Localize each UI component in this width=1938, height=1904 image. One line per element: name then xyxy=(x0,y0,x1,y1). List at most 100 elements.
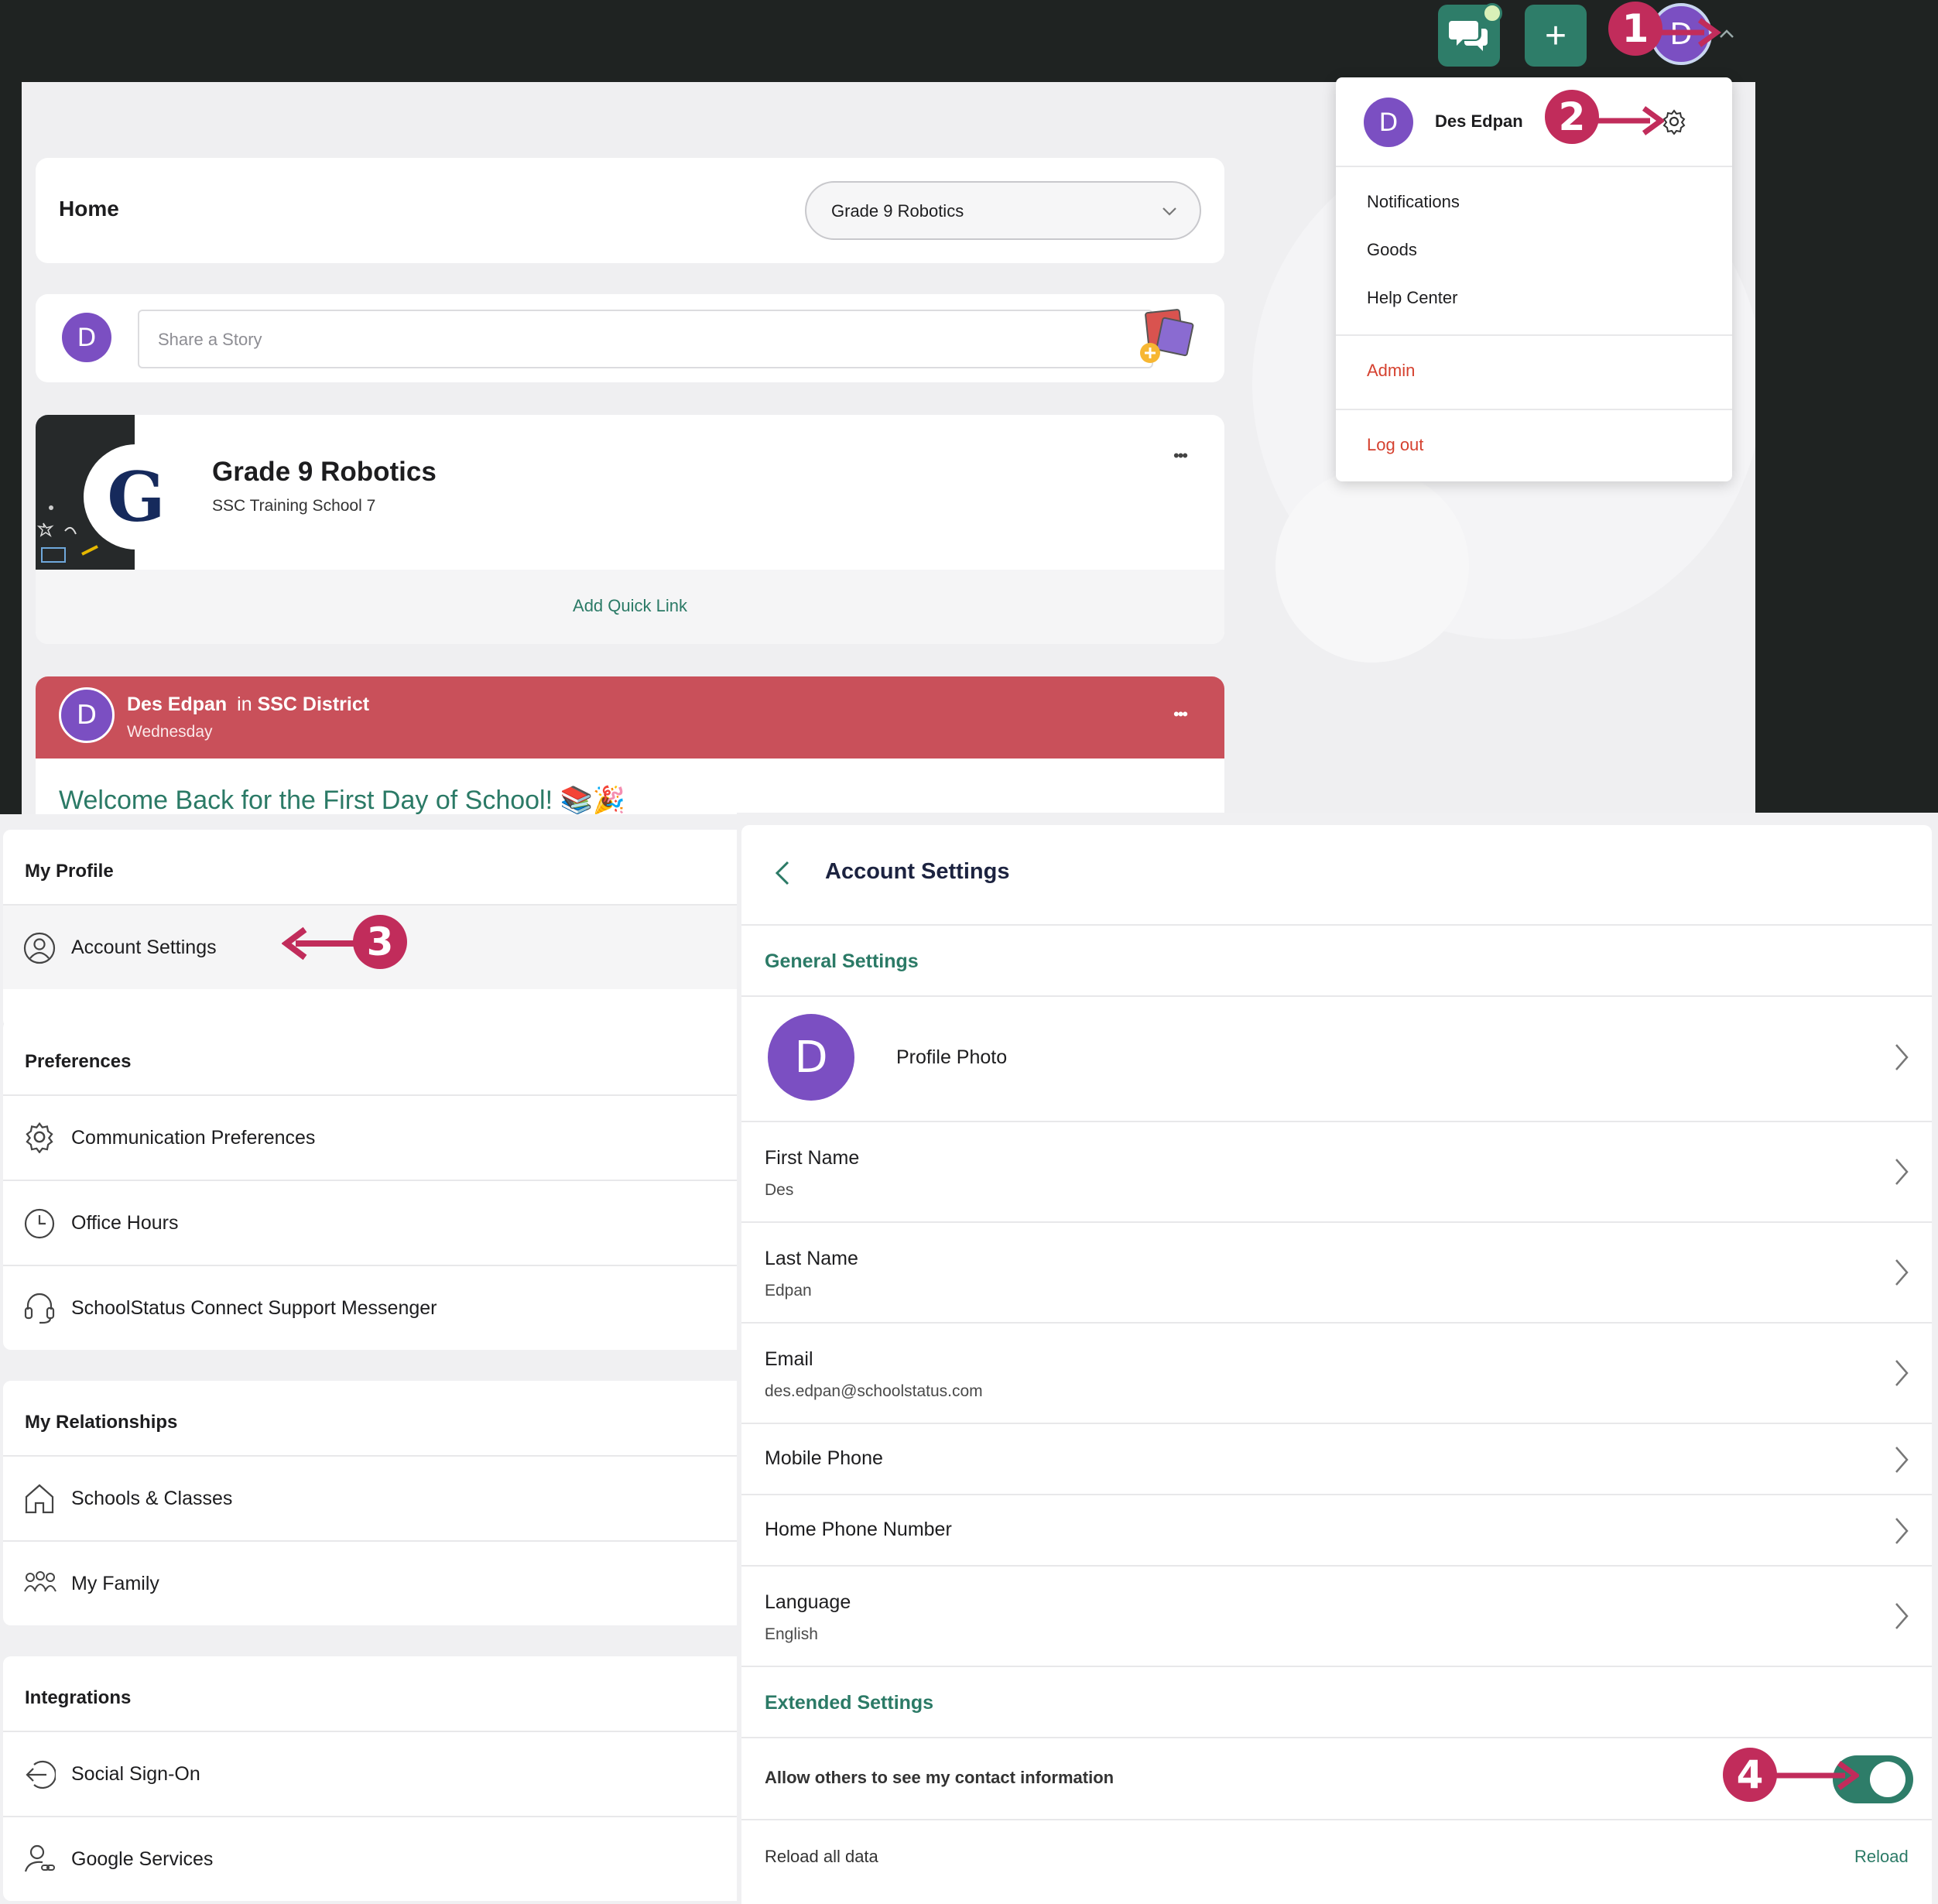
menu-item-admin[interactable]: Admin xyxy=(1367,361,1415,381)
chevron-right-icon xyxy=(1895,1159,1909,1185)
user-circle-icon xyxy=(23,932,56,964)
chevron-right-icon xyxy=(1895,1447,1909,1473)
sidebar-item-communication-preferences[interactable]: Communication Preferences xyxy=(3,1096,737,1180)
email-row[interactable]: Email des.edpan@schoolstatus.com xyxy=(741,1324,1932,1423)
last-name-label: Last Name xyxy=(765,1248,858,1269)
contact-visibility-label: Allow others to see my contact informati… xyxy=(765,1768,1115,1787)
dropdown-avatar: D xyxy=(1364,98,1413,147)
menu-item-goods[interactable]: Goods xyxy=(1367,240,1417,260)
post-author-avatar: D xyxy=(59,687,115,743)
post-district[interactable]: SSC District xyxy=(258,693,369,715)
class-select-value: Grade 9 Robotics xyxy=(831,201,964,221)
language-label: Language xyxy=(765,1591,851,1613)
add-photo-icon[interactable] xyxy=(1136,308,1198,367)
email-value: des.edpan@schoolstatus.com xyxy=(765,1382,983,1400)
panel-title: Account Settings xyxy=(825,859,1010,884)
mobile-phone-label: Mobile Phone xyxy=(765,1447,883,1469)
class-select[interactable]: Grade 9 Robotics xyxy=(805,181,1201,240)
sidebar-item-support-messenger[interactable]: SchoolStatus Connect Support Messenger xyxy=(3,1266,737,1350)
sidebar-item-label: Google Services xyxy=(71,1848,214,1870)
last-name-row[interactable]: Last Name Edpan xyxy=(741,1223,1932,1322)
account-panel-card: Account Settings General Settings D Prof… xyxy=(741,825,1932,1904)
sidebar-item-label: My Family xyxy=(71,1573,159,1594)
post-in: in xyxy=(237,693,252,715)
divider xyxy=(1336,166,1732,167)
callout-3: 3 xyxy=(353,915,407,969)
sidebar-item-label: Office Hours xyxy=(71,1212,179,1234)
sidebar-item-label: Schools & Classes xyxy=(71,1488,233,1509)
group-preferences: Preferences Communication Preferences Of… xyxy=(3,1020,737,1350)
toggle-knob xyxy=(1870,1762,1905,1797)
callout-1: 1 xyxy=(1608,2,1662,56)
mobile-phone-row[interactable]: Mobile Phone xyxy=(741,1424,1932,1494)
sidebar-item-office-hours[interactable]: Office Hours xyxy=(3,1181,737,1265)
callout-arrow-1 xyxy=(1659,18,1721,47)
reload-button[interactable]: Reload xyxy=(1854,1847,1909,1867)
callout-arrow-2 xyxy=(1596,106,1664,135)
callout-4: 4 xyxy=(1723,1748,1777,1802)
reload-label: Reload all data xyxy=(765,1847,878,1866)
quick-link-bar: Add Quick Link xyxy=(36,570,1224,644)
home-header-card: Home Grade 9 Robotics xyxy=(36,158,1224,263)
post-headline: Welcome Back for the First Day of School… xyxy=(59,786,626,814)
create-button[interactable]: + xyxy=(1525,5,1587,67)
sign-in-icon xyxy=(26,1760,56,1789)
callout-arrow-4 xyxy=(1775,1761,1859,1790)
first-name-value: Des xyxy=(765,1181,794,1199)
chevron-right-icon xyxy=(1895,1360,1909,1386)
menu-item-logout[interactable]: Log out xyxy=(1367,435,1423,455)
group-relationships: My Relationships Schools & Classes My Fa… xyxy=(3,1381,737,1625)
menu-item-help-center[interactable]: Help Center xyxy=(1367,288,1457,308)
sidebar-item-my-family[interactable]: My Family xyxy=(3,1542,737,1625)
post-author[interactable]: Des Edpan xyxy=(127,693,227,715)
group-title: My Profile xyxy=(25,861,114,882)
back-chevron-icon[interactable] xyxy=(774,859,791,887)
class-name[interactable]: Grade 9 Robotics xyxy=(212,457,437,488)
group-title: Integrations xyxy=(25,1687,132,1708)
gear-icon xyxy=(26,1122,53,1153)
add-quick-link-button[interactable]: Add Quick Link xyxy=(36,596,1224,616)
general-settings-heading: General Settings xyxy=(765,950,919,972)
last-name-value: Edpan xyxy=(765,1282,812,1300)
email-label: Email xyxy=(765,1348,813,1370)
class-school: SSC Training School 7 xyxy=(212,497,376,515)
group-integrations: Integrations Social Sign-On Google Servi… xyxy=(3,1656,737,1901)
share-story-input[interactable]: Share a Story xyxy=(138,310,1153,368)
post-card: D Des Edpan in SSC District Wednesday ••… xyxy=(36,676,1224,814)
chevron-right-icon xyxy=(1895,1518,1909,1544)
post-header: D Des Edpan in SSC District Wednesday ••… xyxy=(36,676,1224,759)
post-more-button[interactable]: ••• xyxy=(1173,704,1188,724)
new-message-dot xyxy=(1482,3,1502,23)
menu-item-notifications[interactable]: Notifications xyxy=(1367,192,1460,212)
profile-photo-label: Profile Photo xyxy=(896,1046,1008,1068)
chevron-down-icon xyxy=(1162,207,1176,216)
chevron-right-icon xyxy=(1895,1044,1909,1070)
sidebar-item-google-services[interactable]: Google Services xyxy=(3,1817,737,1901)
language-row[interactable]: Language English xyxy=(741,1567,1932,1666)
profile-photo-row[interactable]: D Profile Photo xyxy=(741,997,1932,1121)
sidebar-item-label: Communication Preferences xyxy=(71,1127,316,1149)
reload-row: Reload all data Reload xyxy=(741,1820,1932,1895)
user-avatar: D xyxy=(62,313,111,362)
sidebar-item-label: Account Settings xyxy=(71,937,217,958)
divider xyxy=(1336,409,1732,410)
dropdown-user-name: Des Edpan xyxy=(1435,111,1523,131)
callout-arrow-3 xyxy=(282,926,361,961)
sidebar-item-social-sign-on[interactable]: Social Sign-On xyxy=(3,1732,737,1816)
plus-icon: + xyxy=(1544,15,1567,57)
bg-decor-circle-small xyxy=(1275,469,1469,663)
first-name-row[interactable]: First Name Des xyxy=(741,1122,1932,1221)
clock-icon xyxy=(24,1208,55,1239)
home-phone-row[interactable]: Home Phone Number xyxy=(741,1495,1932,1565)
gear-icon[interactable] xyxy=(1661,108,1687,135)
settings-sidebar: My Profile Account Settings Preferences … xyxy=(0,814,737,1904)
sidebar-item-schools-classes[interactable]: Schools & Classes xyxy=(3,1457,737,1540)
class-logo: G xyxy=(84,444,189,550)
home-phone-label: Home Phone Number xyxy=(765,1519,952,1540)
family-icon xyxy=(24,1571,56,1592)
class-more-button[interactable]: ••• xyxy=(1173,446,1188,466)
first-name-label: First Name xyxy=(765,1147,860,1169)
share-story-card: D Share a Story xyxy=(36,294,1224,382)
post-day: Wednesday xyxy=(127,723,213,741)
house-icon xyxy=(25,1484,54,1514)
